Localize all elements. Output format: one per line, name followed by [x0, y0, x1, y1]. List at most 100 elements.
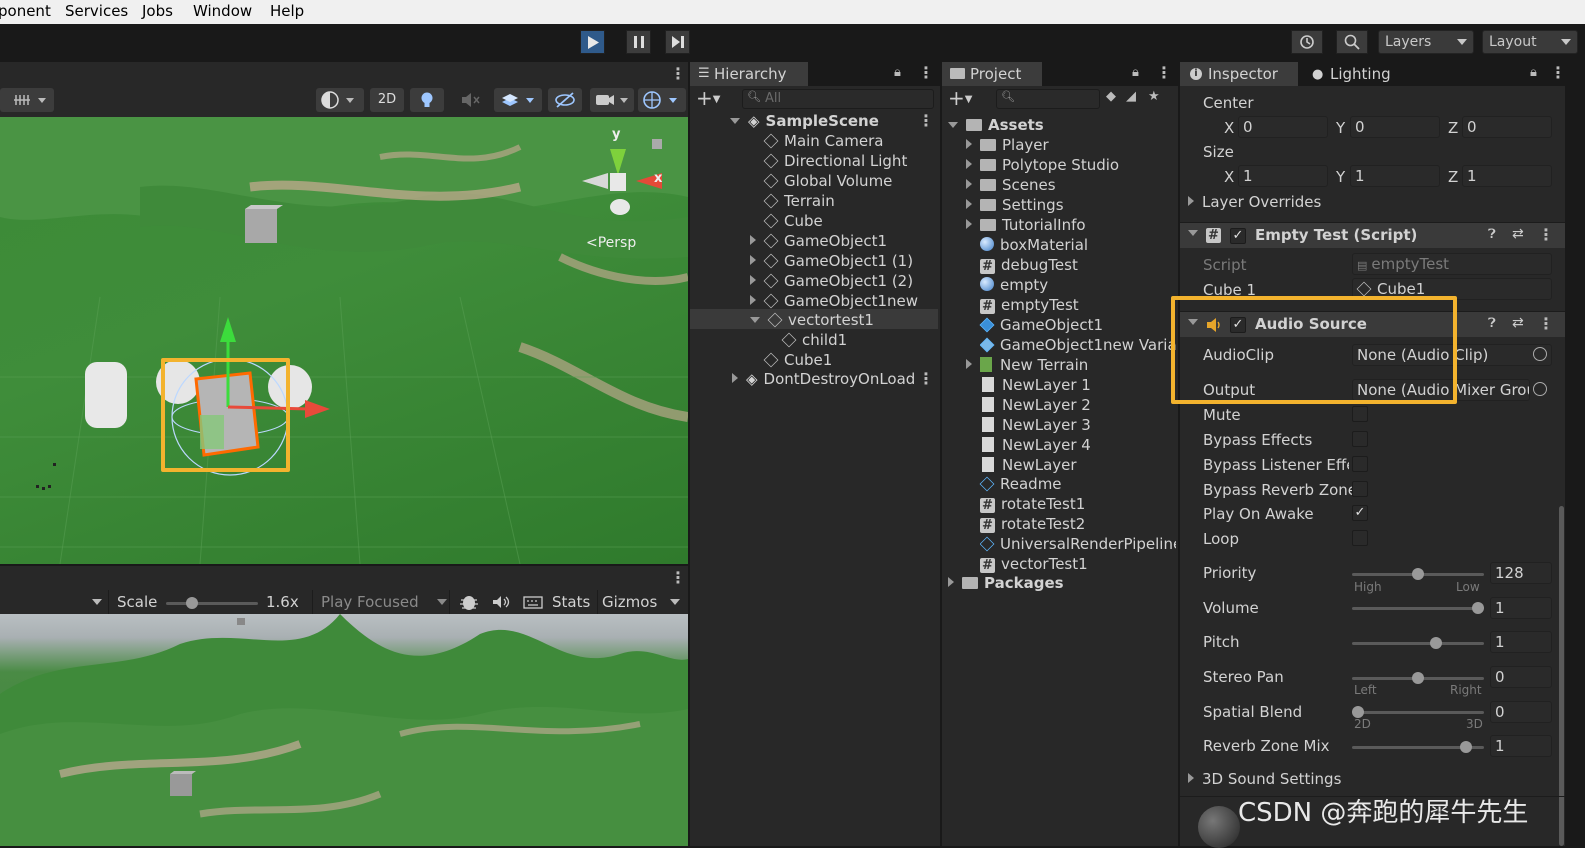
size-y-input[interactable]: 1 [1350, 165, 1440, 187]
reverb-zone-mix-slider[interactable] [1352, 741, 1484, 753]
more-icon[interactable]: ⋮ [1538, 314, 1554, 333]
chevron-right-icon[interactable] [750, 275, 756, 285]
list-item[interactable]: # rotateTest2 [980, 514, 1085, 534]
reverb-zone-mix-slider-knob[interactable] [1460, 741, 1472, 753]
list-item[interactable]: Polytope Studio [966, 155, 1119, 175]
audio-toggle-button[interactable] [452, 88, 486, 112]
grid-snap-button[interactable] [0, 88, 54, 112]
list-item[interactable]: Terrain [763, 191, 835, 211]
chevron-down-icon[interactable] [92, 599, 102, 605]
chevron-right-icon[interactable] [966, 199, 972, 209]
list-item[interactable]: NewLayer 4 [982, 435, 1091, 455]
reverb-zone-mix-input[interactable]: 1 [1490, 735, 1552, 757]
chevron-down-icon[interactable] [1188, 230, 1198, 236]
packages-root[interactable]: Packages [948, 573, 1064, 593]
stereo-pan-slider[interactable] [1352, 672, 1484, 684]
empty-test-header[interactable]: # ✓ Empty Test (Script) ❓︎ ⇄ ⋮ [1180, 222, 1565, 248]
scene-row[interactable]: ◈ SampleScene [730, 111, 879, 131]
loop-checkbox[interactable] [1352, 530, 1368, 546]
inspector-scrollbar[interactable] [1558, 86, 1565, 846]
list-item[interactable]: Settings [966, 195, 1064, 215]
menu-help[interactable]: Help [270, 2, 304, 20]
size-x-input[interactable]: 1 [1238, 165, 1328, 187]
list-item[interactable]: TutorialInfo [966, 215, 1086, 235]
more-icon[interactable]: ⋮ [670, 568, 686, 587]
list-item[interactable]: NewLayer 1 [982, 375, 1091, 395]
bypass-listener-checkbox[interactable] [1352, 456, 1368, 472]
lock-icon[interactable]: 🔒︎ [1530, 65, 1537, 80]
more-icon[interactable]: ⋮ [918, 63, 934, 82]
chevron-right-icon[interactable] [750, 255, 756, 265]
list-item[interactable]: NewLayer [982, 455, 1077, 475]
search-button[interactable] [1336, 30, 1368, 54]
volume-input[interactable]: 1 [1490, 597, 1552, 619]
chevron-right-icon[interactable] [966, 159, 972, 169]
chevron-down-icon[interactable] [670, 599, 680, 605]
camera-settings-button[interactable] [590, 88, 634, 112]
menu-services[interactable]: Services [65, 2, 128, 20]
priority-input[interactable]: 128 [1490, 562, 1552, 584]
stats-button[interactable]: Stats [552, 593, 590, 611]
play-focused-dropdown[interactable]: Play Focused [312, 590, 450, 614]
spatial-blend-slider[interactable] [1352, 706, 1484, 718]
filter-type-icon[interactable]: ◆ [1106, 89, 1116, 104]
perspective-label[interactable]: <Persp [586, 235, 636, 251]
list-item[interactable]: child1 [781, 330, 847, 350]
layout-dropdown[interactable]: Layout [1482, 30, 1578, 54]
list-item[interactable]: Scenes [966, 175, 1056, 195]
scene-visibility-button[interactable] [548, 88, 582, 112]
mute-checkbox[interactable] [1352, 406, 1368, 422]
chevron-right-icon[interactable] [732, 373, 738, 383]
scale-slider-knob[interactable] [186, 597, 198, 609]
menu-window[interactable]: Window [193, 2, 252, 20]
bug-button[interactable] [456, 592, 482, 612]
mute-audio-button[interactable] [488, 592, 514, 612]
list-item[interactable]: NewLayer 2 [982, 395, 1091, 415]
tab-lighting[interactable]: ● Lighting [1308, 62, 1391, 86]
center-z-input[interactable]: 0 [1462, 116, 1552, 138]
pause-button[interactable] [626, 30, 651, 54]
object-picker-icon[interactable] [1533, 382, 1547, 396]
list-item[interactable]: empty [980, 275, 1048, 295]
menu-jobs[interactable]: Jobs [142, 2, 173, 20]
list-item[interactable]: boxMaterial [980, 235, 1088, 255]
preset-icon[interactable]: ⇄ [1512, 226, 1524, 242]
layer-overrides-foldout[interactable]: Layer Overrides [1188, 193, 1321, 211]
chevron-right-icon[interactable] [750, 235, 756, 245]
project-search-input[interactable]: 🔍︎ [996, 89, 1100, 109]
step-button[interactable] [665, 30, 690, 54]
list-item[interactable]: Main Camera [763, 131, 883, 151]
list-item[interactable]: Cube [763, 211, 823, 231]
menu-component[interactable]: ponent [0, 2, 51, 20]
add-asset-button[interactable]: +▼ [948, 86, 972, 110]
dontdestroy-row[interactable]: ◈ DontDestroyOnLoad [732, 369, 915, 389]
list-item[interactable]: Player [966, 135, 1049, 155]
gizmos-button[interactable]: Gizmos [602, 593, 657, 611]
chevron-right-icon[interactable] [966, 139, 972, 149]
volume-slider-knob[interactable] [1472, 602, 1484, 614]
draw-mode-button[interactable] [316, 88, 364, 112]
size-z-input[interactable]: 1 [1462, 165, 1552, 187]
list-item[interactable]: # emptyTest [980, 295, 1079, 315]
more-icon[interactable]: ⋮ [1156, 63, 1172, 82]
bypass-effects-checkbox[interactable] [1352, 431, 1368, 447]
2d-toggle-button[interactable]: 2D [370, 88, 404, 112]
volume-slider[interactable] [1352, 602, 1484, 614]
list-item[interactable]: # debugTest [980, 255, 1078, 275]
stereo-pan-slider-knob[interactable] [1412, 672, 1424, 684]
list-item[interactable]: New Terrain [966, 355, 1088, 375]
chevron-right-icon[interactable] [966, 219, 972, 229]
shortcuts-button[interactable] [520, 592, 546, 612]
center-y-input[interactable]: 0 [1350, 116, 1440, 138]
list-item[interactable]: GameObject1 [750, 231, 887, 251]
list-item-selected[interactable]: vectortest1 [750, 310, 874, 330]
assets-root[interactable]: Assets [948, 115, 1044, 135]
empty-test-enabled-checkbox[interactable]: ✓ [1230, 228, 1246, 244]
pitch-slider[interactable] [1352, 637, 1484, 649]
chevron-right-icon[interactable] [948, 577, 954, 587]
bypass-reverb-checkbox[interactable] [1352, 481, 1368, 497]
priority-slider[interactable] [1352, 568, 1484, 580]
chevron-down-icon[interactable] [730, 118, 740, 124]
list-item[interactable]: UniversalRenderPipeline [980, 534, 1176, 554]
3d-sound-foldout[interactable]: 3D Sound Settings [1188, 770, 1341, 788]
